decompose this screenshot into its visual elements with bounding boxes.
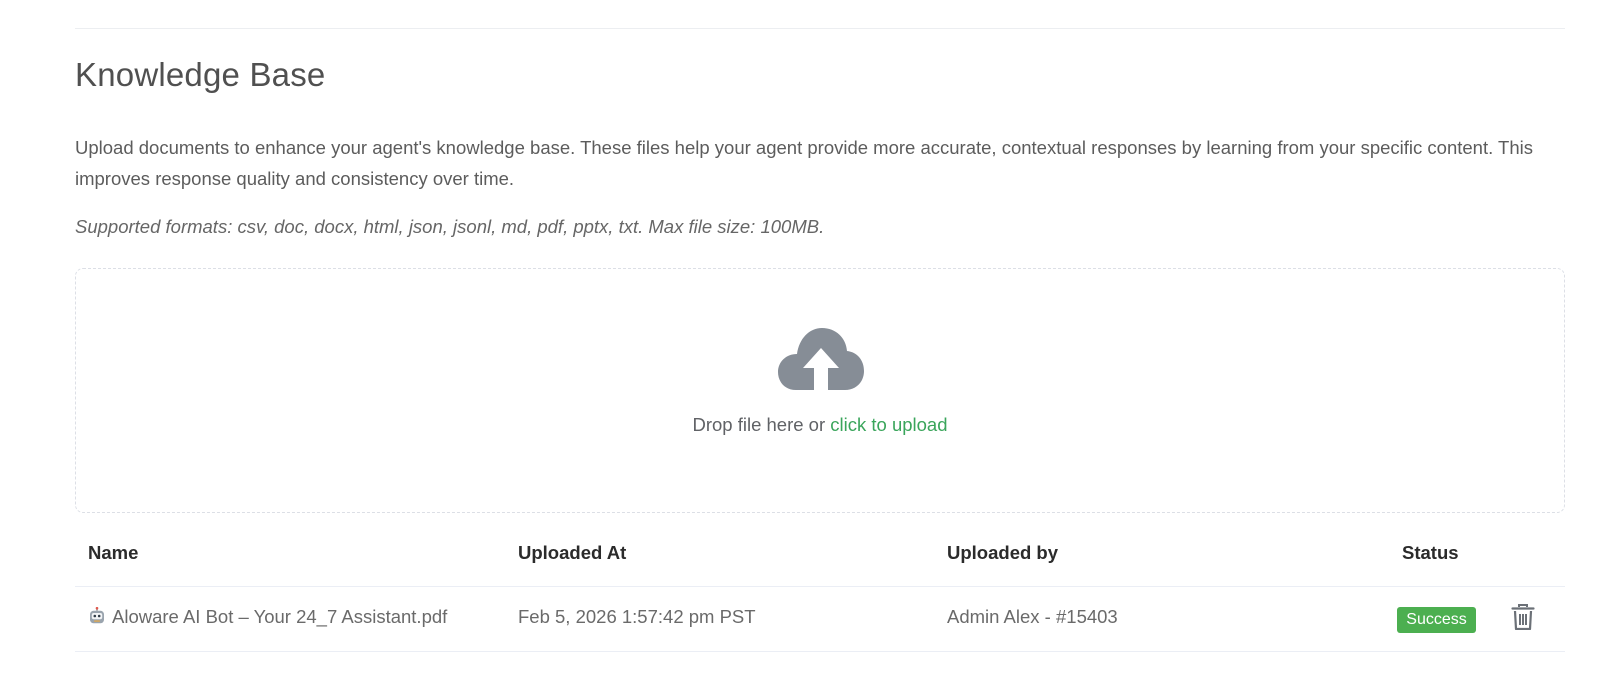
file-name: Aloware AI Bot – Your 24_7 Assistant.pdf bbox=[112, 606, 448, 627]
table-cell-uploaded-at: Feb 5, 2026 1:57:42 pm PST bbox=[518, 606, 756, 627]
click-to-upload-link[interactable]: click to upload bbox=[830, 414, 947, 435]
header-divider bbox=[75, 586, 1565, 587]
column-header-uploaded-at: Uploaded At bbox=[518, 542, 627, 563]
dropzone-prompt: Drop file here or bbox=[692, 414, 831, 435]
page-description: Upload documents to enhance your agent's… bbox=[75, 137, 1533, 189]
trash-icon[interactable] bbox=[1511, 604, 1535, 630]
robot-icon bbox=[90, 607, 104, 624]
cloud-upload-icon bbox=[778, 328, 864, 390]
knowledge-base-page: Knowledge Base Upload documents to enhan… bbox=[0, 0, 1600, 679]
page-title: Knowledge Base bbox=[75, 56, 326, 93]
status-badge: Success bbox=[1397, 607, 1476, 633]
supported-formats-note: Supported formats: csv, doc, docx, html,… bbox=[75, 216, 825, 237]
dropzone-text: Drop file here or click to upload bbox=[0, 414, 1600, 436]
table-cell-name[interactable]: Aloware AI Bot – Your 24_7 Assistant.pdf bbox=[88, 606, 447, 628]
column-header-name: Name bbox=[88, 542, 139, 563]
column-header-status: Status bbox=[1402, 542, 1459, 563]
row-divider bbox=[75, 651, 1565, 652]
column-header-uploaded-by: Uploaded by bbox=[947, 542, 1059, 563]
table-cell-uploaded-by: Admin Alex - #15403 bbox=[947, 606, 1118, 627]
top-divider bbox=[75, 28, 1565, 29]
